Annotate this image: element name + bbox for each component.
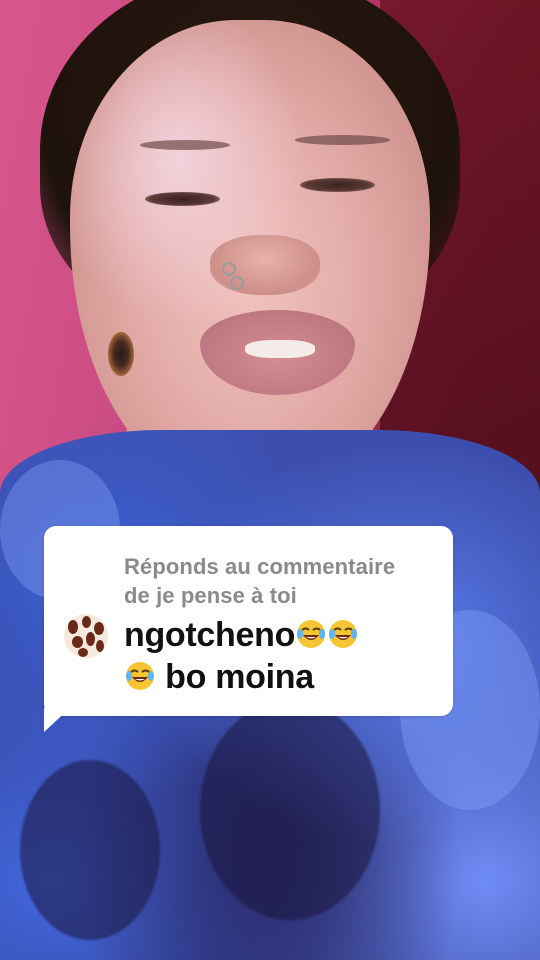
- laughing-tears-emoji-icon: [297, 620, 326, 648]
- comment-tail: bo moina: [165, 658, 314, 696]
- laughing-tears-emoji-icon: [329, 620, 358, 648]
- comment-username: ngotcheno: [124, 616, 296, 654]
- right-eye: [300, 178, 375, 192]
- video-frame[interactable]: Réponds au commentaire de je pense à toi…: [0, 0, 540, 960]
- comment-text: ngotcheno bo moina: [124, 614, 444, 698]
- nose-stud-icon: [230, 276, 244, 290]
- shirt-pattern: [20, 760, 160, 940]
- right-eyebrow: [295, 135, 390, 145]
- teeth: [245, 340, 315, 358]
- bubble-tail: [44, 708, 70, 732]
- earring: [108, 332, 134, 376]
- reply-header: Réponds au commentaire de je pense à toi: [124, 552, 444, 610]
- commenter-avatar: [64, 614, 108, 658]
- laughing-tears-emoji-icon: [126, 662, 154, 690]
- reply-header-line2: de je pense à toi: [124, 583, 297, 608]
- left-eye: [145, 192, 220, 206]
- nose-ring-icon: [222, 262, 236, 276]
- reply-header-line1: Réponds au commentaire: [124, 554, 396, 579]
- shirt-pattern: [200, 700, 380, 920]
- left-eyebrow: [140, 140, 230, 150]
- reply-comment-sticker[interactable]: Réponds au commentaire de je pense à toi…: [44, 526, 453, 716]
